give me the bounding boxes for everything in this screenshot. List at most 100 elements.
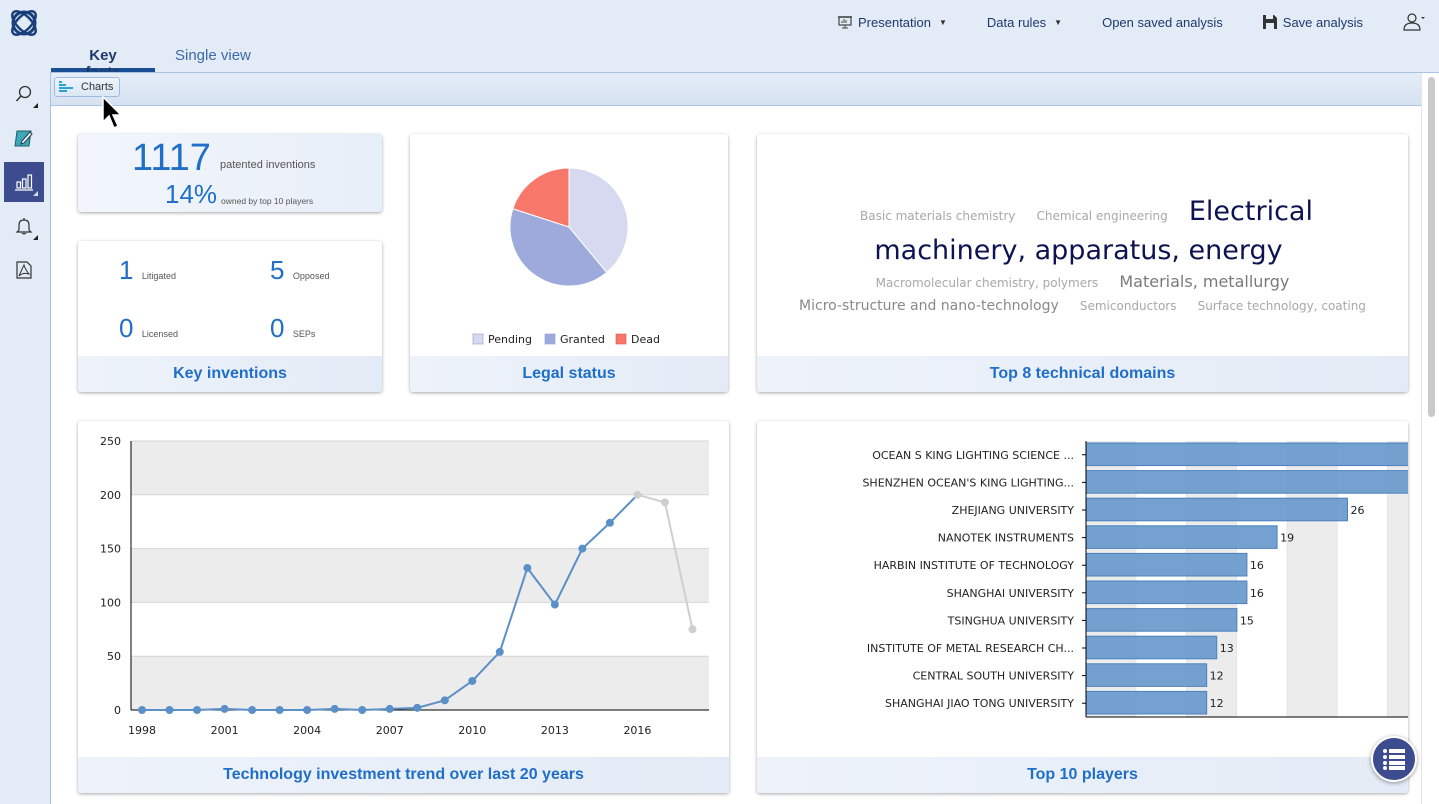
- domain-term[interactable]: Micro-structure and nano-technology: [799, 298, 1059, 314]
- charts-button[interactable]: Charts: [54, 77, 121, 97]
- data-point-2017: [660, 498, 669, 507]
- sidebar-item-edit[interactable]: [4, 118, 44, 158]
- domain-term[interactable]: Basic materials chemistry: [860, 209, 1015, 223]
- save-icon: [1262, 15, 1277, 29]
- stat-opposed[interactable]: 5 Opposed: [270, 255, 329, 286]
- stat-litigated[interactable]: 1 Litigated: [119, 255, 176, 286]
- sidebar-item-charts[interactable]: [4, 162, 44, 202]
- category-label: TSINGHUA UNIVERSITY: [947, 614, 1075, 627]
- line-segment: [334, 707, 363, 711]
- line-segment: [224, 707, 253, 711]
- data-rules-menu[interactable]: Data rules ▼: [987, 15, 1062, 30]
- scrollbar-thumb[interactable]: [1428, 77, 1435, 417]
- search-icon: [15, 85, 32, 102]
- stat-label: SEPs: [292, 329, 316, 339]
- list-menu-button[interactable]: [1371, 736, 1417, 782]
- total-inventions-label: patented inventions: [220, 159, 316, 171]
- line-segment: [362, 707, 390, 711]
- card-title[interactable]: Legal status: [410, 356, 728, 392]
- stat-value: 1: [119, 255, 134, 285]
- data-point-2007: [385, 704, 394, 713]
- bar: [1085, 635, 1218, 660]
- stat-seps[interactable]: 0 SEPs: [270, 313, 315, 344]
- app-logo[interactable]: [8, 7, 40, 39]
- bell-icon: [15, 218, 33, 235]
- expand-indicator-icon: [33, 103, 38, 108]
- line-segment: [197, 707, 225, 711]
- y-tick-label: 50: [107, 650, 121, 663]
- data-point-1998: [138, 706, 147, 714]
- scrollbar-track[interactable]: [1421, 73, 1439, 804]
- top-share-label: owned by top 10 players: [221, 196, 314, 206]
- bar-value-label: 13: [1220, 642, 1234, 655]
- top-share-value: 14%: [165, 179, 218, 209]
- chevron-down-icon: ▼: [1054, 17, 1063, 27]
- card-title[interactable]: Top 10 players: [757, 757, 1408, 793]
- data-point-2014: [578, 544, 587, 553]
- total-inventions-value: 1117: [132, 137, 211, 179]
- players-bar-chart: 34OCEAN S KING LIGHTING SCIENCE ...34SHE…: [862, 441, 1408, 718]
- sidebar-item-pdf[interactable]: [4, 250, 44, 290]
- bar: [1085, 470, 1408, 494]
- legend-swatch-granted: [544, 333, 556, 345]
- presentation-menu[interactable]: Presentation ▼: [838, 15, 947, 30]
- data-point-2005: [330, 704, 339, 713]
- bar: [1085, 442, 1408, 467]
- domain-term[interactable]: Chemical engineering: [1036, 209, 1167, 223]
- save-analysis-label: Save analysis: [1282, 14, 1363, 30]
- user-menu[interactable]: [1403, 13, 1425, 31]
- bar: [1085, 580, 1248, 605]
- category-label: CENTRAL SOUTH UNIVERSITY: [913, 670, 1075, 683]
- x-tick-label: 2016: [623, 724, 651, 737]
- domain-term[interactable]: Macromolecular chemistry, polymers: [876, 276, 1099, 290]
- sidebar: [0, 72, 50, 294]
- tab-key-facts[interactable]: Key facts: [51, 44, 155, 81]
- bar: [1085, 525, 1278, 549]
- data-point-2010: [468, 676, 477, 685]
- tab-single-view[interactable]: Single view: [155, 44, 271, 72]
- data-point-2011: [495, 647, 504, 656]
- data-point-2000: [193, 706, 202, 714]
- legal-status-card: Pending Granted Dead Legal status: [410, 134, 728, 392]
- x-tick-label: 2013: [541, 724, 569, 737]
- bar-value-label: 16: [1250, 559, 1264, 572]
- data-rules-label: Data rules: [986, 14, 1047, 30]
- plot-band: [131, 441, 709, 495]
- y-tick-label: 100: [100, 596, 121, 609]
- stat-label: Licensed: [141, 329, 178, 339]
- sidebar-item-alerts[interactable]: [4, 206, 44, 246]
- summary-card: 1117 patented inventions 14% owned by to…: [78, 134, 382, 212]
- save-analysis-button[interactable]: Save analysis: [1262, 14, 1363, 30]
- domain-term[interactable]: Semiconductors: [1080, 299, 1177, 313]
- stat-value: 0: [119, 313, 134, 343]
- card-title[interactable]: Top 8 technical domains: [757, 356, 1408, 392]
- x-tick-label: 2001: [211, 724, 239, 737]
- domain-term[interactable]: Electrical machinery, apparatus, energy: [874, 196, 1313, 266]
- line-segment: [307, 707, 335, 711]
- trend-card: 0 50 100 150 200 250 1998 2001 2004 2007 2010 2013 2…: [78, 421, 729, 793]
- trend-line-chart: 0 50 100 150 200 250 1998 2001 2004 2007 2010 2013 2…: [100, 435, 709, 737]
- expand-indicator-icon: [33, 235, 38, 240]
- legend-label-pending: Pending: [488, 333, 532, 346]
- card-title[interactable]: Key inventions: [78, 356, 382, 392]
- edit-icon: [14, 130, 33, 147]
- stat-licensed[interactable]: 0 Licensed: [119, 313, 178, 344]
- bar: [1085, 690, 1208, 715]
- bar: [1085, 552, 1248, 577]
- domain-term[interactable]: Surface technology, coating: [1198, 299, 1366, 313]
- expand-indicator-icon: [33, 191, 38, 196]
- chart-list-icon: [59, 81, 73, 92]
- domain-term[interactable]: Materials, metallurgy: [1119, 272, 1289, 291]
- sidebar-item-search[interactable]: [4, 74, 44, 114]
- bar-value-label: 15: [1240, 614, 1254, 627]
- stat-label: Opposed: [292, 271, 330, 281]
- bar-value-label: 12: [1210, 670, 1224, 683]
- bar-value-label: 12: [1210, 697, 1224, 710]
- plot-band: [131, 602, 709, 657]
- category-label: INSTITUTE OF METAL RESEARCH CH...: [867, 642, 1074, 655]
- user-icon: [1403, 13, 1425, 31]
- open-saved-analysis-link[interactable]: Open saved analysis: [1102, 15, 1223, 30]
- card-title[interactable]: Technology investment trend over last 20…: [78, 757, 729, 793]
- data-point-2013: [550, 600, 559, 609]
- legend-label-granted: Granted: [560, 333, 605, 346]
